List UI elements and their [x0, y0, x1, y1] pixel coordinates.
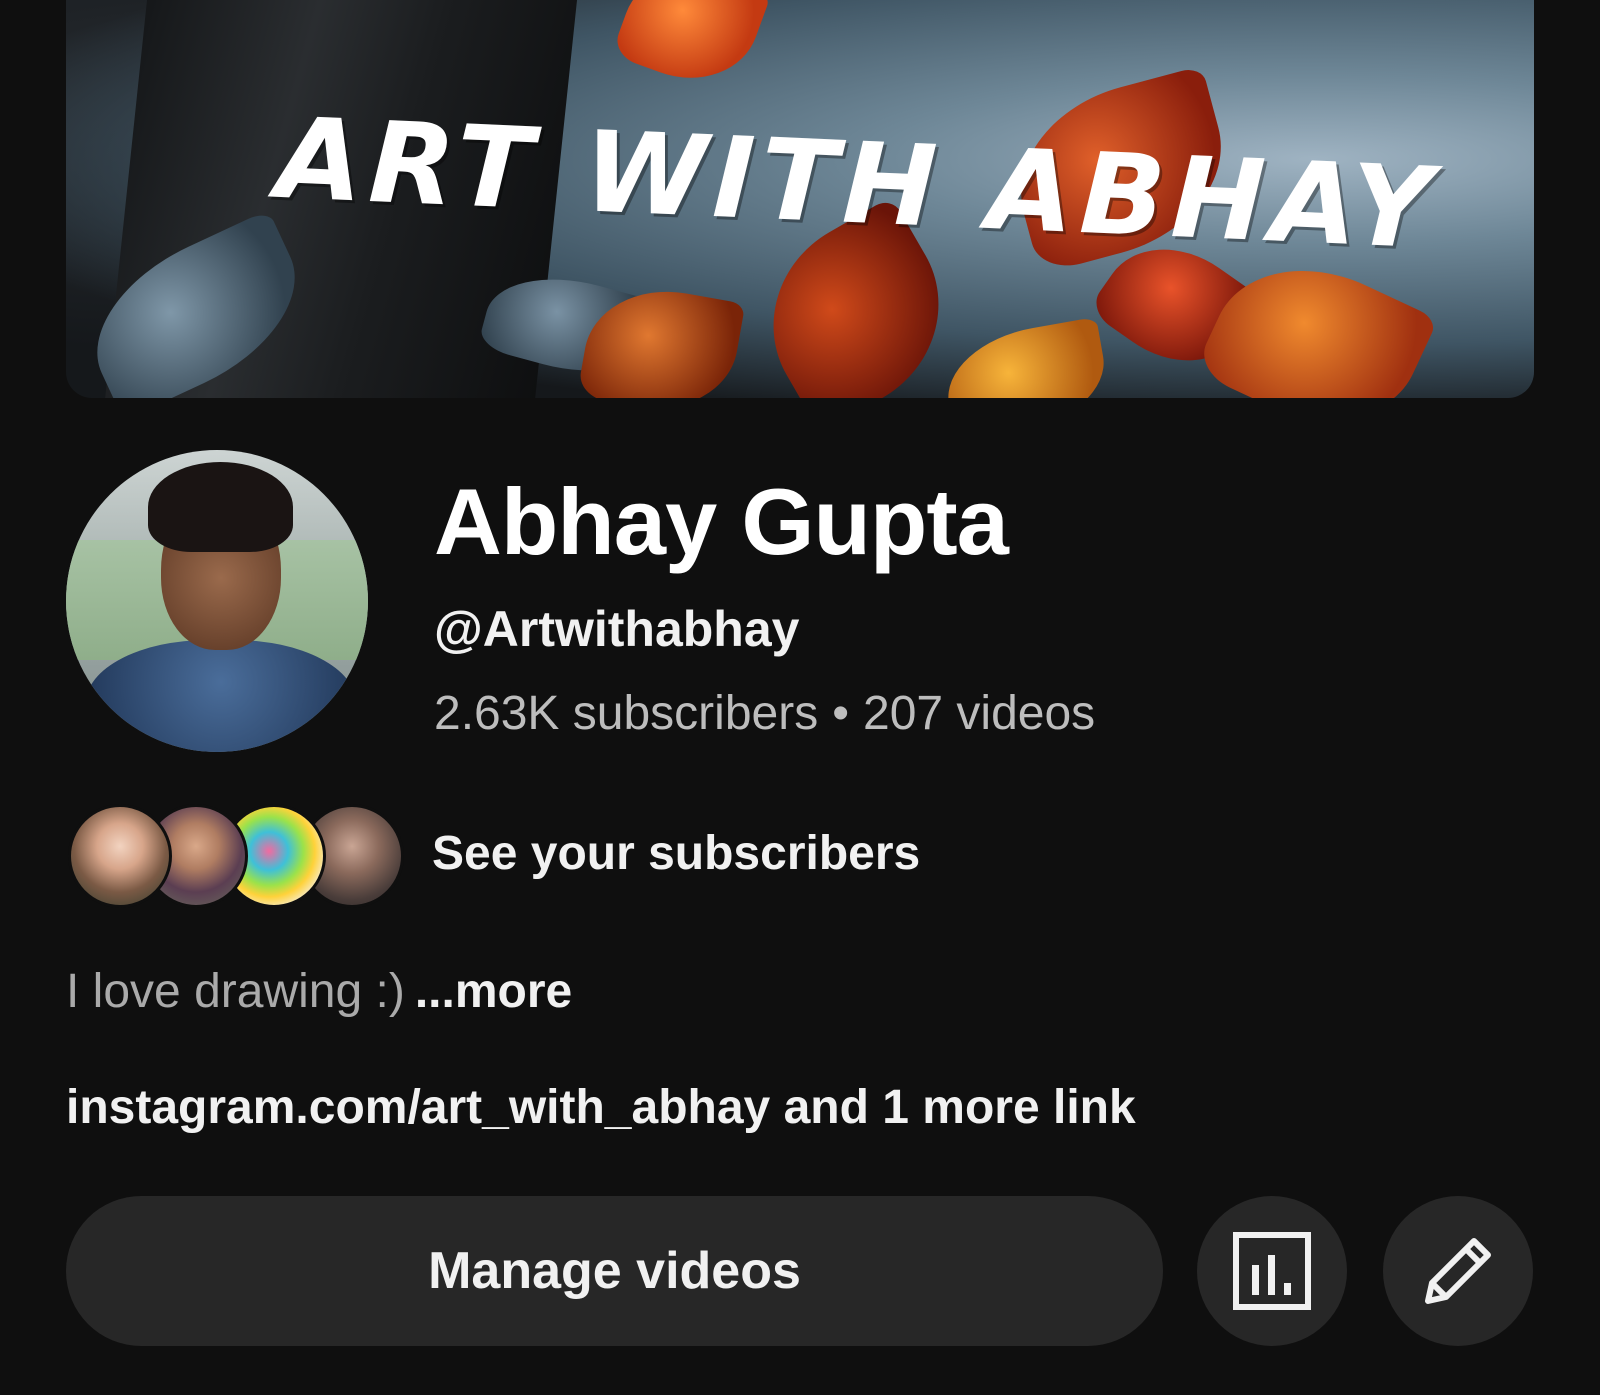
stats-separator: • [832, 687, 849, 740]
avatar-shirt [86, 640, 356, 752]
subscriber-avatars[interactable] [68, 804, 404, 908]
edit-pencil-icon [1425, 1238, 1491, 1304]
manage-videos-label: Manage videos [428, 1242, 801, 1300]
channel-links[interactable]: instagram.com/art_with_abhay and 1 more … [66, 1080, 1136, 1135]
analytics-icon [1233, 1232, 1311, 1310]
channel-stats: 2.63K subscribers • 207 videos [434, 686, 1095, 741]
analytics-button[interactable] [1197, 1196, 1347, 1346]
video-count: 207 videos [863, 687, 1096, 740]
channel-banner: ART WITH ABHAY [66, 0, 1534, 398]
manage-videos-button[interactable]: Manage videos [66, 1196, 1163, 1346]
channel-description[interactable]: I love drawing :) ...more [66, 964, 572, 1019]
description-more-link[interactable]: ...more [415, 965, 572, 1018]
subscriber-avatar [68, 804, 172, 908]
channel-avatar[interactable] [66, 450, 368, 752]
channel-handle: @Artwithabhay [434, 601, 800, 657]
channel-name: Abhay Gupta [434, 469, 1009, 574]
edit-button[interactable] [1383, 1196, 1533, 1346]
banner-leaf [938, 316, 1114, 398]
avatar-hair [148, 462, 293, 552]
description-text: I love drawing :) [66, 965, 405, 1018]
see-subscribers-link[interactable]: See your subscribers [432, 826, 920, 881]
subscriber-count: 2.63K subscribers [434, 687, 819, 740]
banner-leaf [611, 0, 771, 99]
